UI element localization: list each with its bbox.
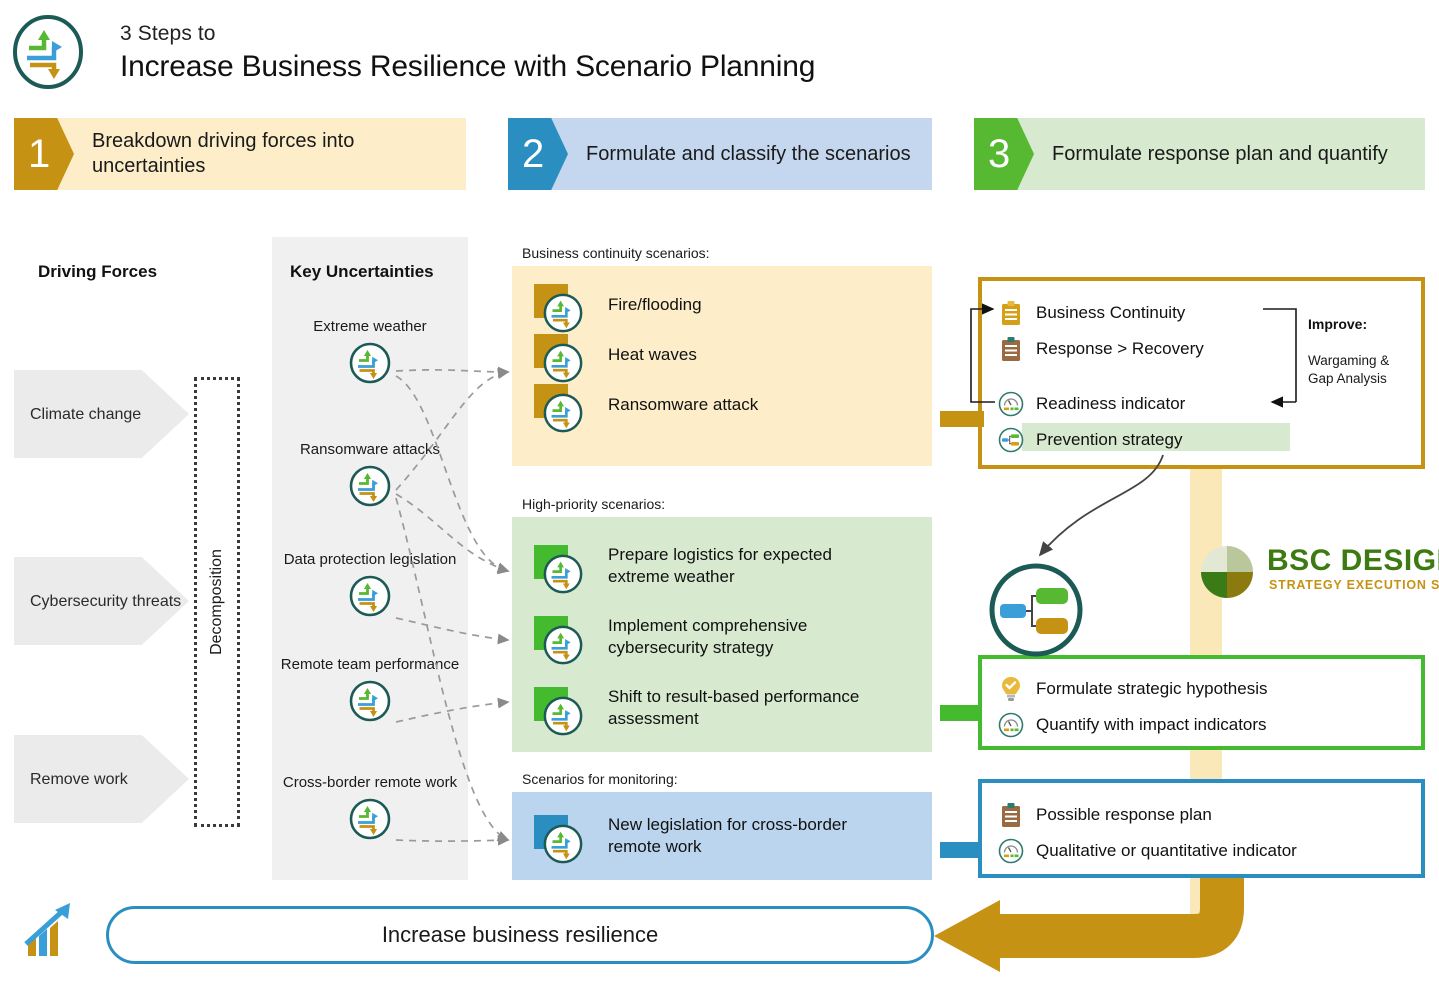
step-number: 1 [28,132,51,176]
improve-text: Improve [1308,316,1363,332]
step-label: Breakdown driving forces into uncertaint… [92,130,355,177]
scenario-item: Ransomware attack [512,380,932,433]
scenario-label: Shift to result-based performance assess… [608,687,860,728]
uncertainty-item: Extreme weather [272,317,468,385]
scenario-item: Heat waves [512,330,932,383]
step-chevron-3: 3 [974,118,1034,190]
uncertainty-item: Remote team performance [272,655,468,723]
response-row: Qualitative or quantitative indicator [996,833,1421,869]
scenario-label: Fire/flooding [608,295,702,314]
brand-name: BSC DESIGNER [1267,544,1439,577]
improve-label: Improve: [1308,316,1367,332]
prevention-to-strategy-arrow [1038,454,1164,557]
scenario-item: Implement comprehensive cybersecurity st… [512,601,932,673]
scenario-label: Heat waves [608,345,697,364]
bsc-designer-logo: BSC DESIGNER STRATEGY EXECUTION SOFTWARE [1157,532,1439,604]
strategy-map-circle-icon [988,562,1084,658]
scenario-label: Ransomware attack [608,395,759,414]
scenario-icon [534,384,583,433]
scenario-label: Prepare logistics for expected extreme w… [608,545,832,586]
scenario-icon [534,815,583,864]
three-arrows-circle-icon [348,679,392,723]
response-label: Formulate strategic hypothesis [1036,679,1268,698]
driving-force-label: Cybersecurity threats [30,592,182,610]
uncertainty-label: Ransomware attacks [299,441,441,458]
gauge-icon [996,838,1026,864]
scenario-group-caption: High-priority scenarios: [522,496,666,512]
three-arrows-circle-icon [348,464,392,508]
scenario-icon [534,334,583,383]
response-row: Quantify with impact indicators [996,707,1421,743]
improve-description: Wargaming & Gap Analysis [1308,353,1390,386]
scenario-group-box-monitoring: New legislation for cross-border remote … [512,792,932,880]
response-label: Quantify with impact indicators [1036,715,1267,734]
scenario-group-box-high-priority: Prepare logistics for expected extreme w… [512,517,932,752]
scenario-icon [534,687,583,736]
step-banner-3: 3 Formulate response plan and quantify [974,118,1425,190]
app-logo-icon [10,14,86,90]
step-banner-1: 1 Breakdown driving forces into uncertai… [14,118,466,190]
scenario-icon [534,616,583,665]
uncertainty-label: Remote team performance [280,656,460,673]
uncertainty-item: Ransomware attacks [272,440,468,508]
scenario-label: New legislation for cross-border remote … [608,815,848,856]
uncertainty-item: Data protection legislation [272,550,468,618]
decomposition-label: Decomposition [208,549,226,655]
outcome-label: Increase business resilience [381,922,659,947]
scenario-label: Implement comprehensive cybersecurity st… [608,616,808,657]
three-arrows-circle-icon [348,341,392,385]
scenario-group-box-continuity: Fire/flooding Heat waves Ransomware atta… [512,266,932,466]
scenario-group-caption: Business continuity scenarios: [522,245,710,261]
response-label: Possible response plan [1036,805,1212,824]
three-arrows-circle-icon [348,797,392,841]
uncertainty-label: Extreme weather [313,318,427,335]
header-subtitle: 3 Steps to [120,22,216,45]
three-arrows-circle-icon [348,574,392,618]
step-number: 3 [988,132,1011,176]
response-box-quantify: Formulate strategic hypothesis Quantify … [978,655,1425,750]
bsc-quadrant-icon [1201,546,1253,598]
big-gold-feedback-arrow [934,878,1244,972]
improve-colon: : [1362,316,1368,332]
step-chevron-1: 1 [14,118,74,190]
outcome-bar: Increase business resilience [106,906,934,964]
scenario-item: New legislation for cross-border remote … [512,806,932,866]
response-label: Qualitative or quantitative indicator [1036,841,1297,860]
step-label: Formulate and classify the scenarios [586,142,911,165]
scenario-item: Prepare logistics for expected extreme w… [512,531,932,601]
clipboard-brown-icon [996,803,1026,827]
scenario-group-caption: Scenarios for monitoring: [522,771,678,787]
scenario-icon [534,545,583,594]
driving-force-item: Climate change [14,370,189,458]
response-box-monitoring: Possible response plan Qualitative or qu… [978,779,1425,878]
driving-force-item: Cybersecurity threats [14,557,189,645]
uncertainty-label: Data protection legislation [283,551,457,568]
lightbulb-check-icon [996,676,1026,702]
scenario-icon [534,284,583,333]
scenario-item: Shift to result-based performance assess… [512,673,932,743]
driving-force-label: Remove work [30,770,128,788]
step-banner-2: 2 Formulate and classify the scenarios [508,118,932,190]
driving-force-label: Climate change [30,405,142,423]
driving-forces-header: Driving Forces [38,262,158,281]
step-chevron-2: 2 [508,118,568,190]
uncertainty-item: Cross-border remote work [272,773,468,841]
uncertainty-label: Cross-border remote work [282,774,458,791]
response-row: Formulate strategic hypothesis [996,671,1421,707]
step-number: 2 [522,132,545,176]
step-label: Formulate response plan and quantify [1052,142,1388,165]
gauge-icon [996,712,1026,738]
page-title: Increase Business Resilience with Scenar… [120,50,816,83]
growth-chart-icon [22,900,84,958]
decomposition-label-wrap: Decomposition [194,377,240,827]
response-row: Possible response plan [996,797,1421,833]
scenario-item: Fire/flooding [512,280,932,333]
key-uncertainties-header: Key Uncertainties [290,262,434,281]
driving-force-item: Remove work [14,735,189,823]
brand-tagline: STRATEGY EXECUTION SOFTWARE [1269,578,1439,592]
